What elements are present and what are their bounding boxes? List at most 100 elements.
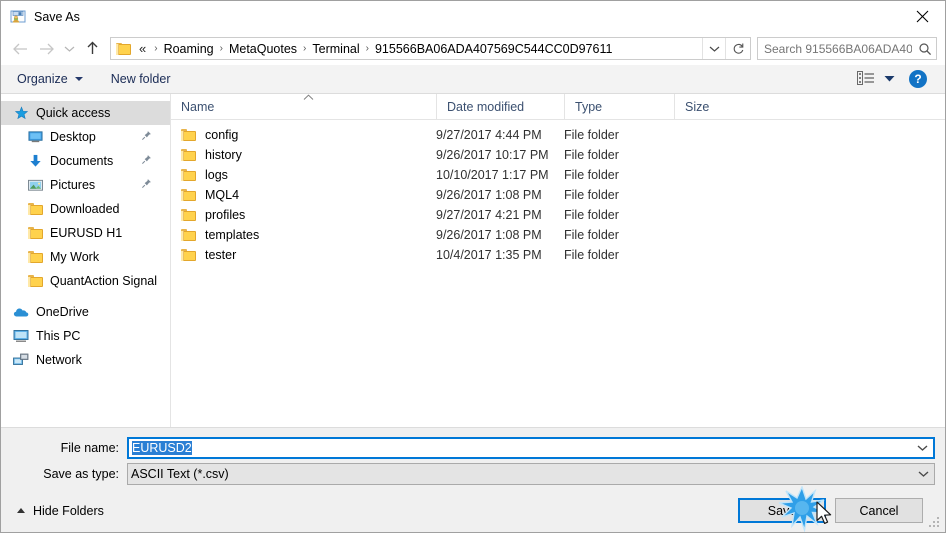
chevron-down-icon[interactable]	[911, 444, 933, 452]
breadcrumb-separator: ›	[365, 43, 369, 54]
column-header-label: Date modified	[447, 99, 525, 114]
command-toolbar: Organize New folder ?	[1, 65, 945, 94]
new-folder-label: New folder	[110, 72, 171, 86]
back-button[interactable]	[7, 37, 33, 61]
view-dropdown-button[interactable]	[884, 72, 895, 86]
breadcrumb-item-roaming[interactable]: Roaming	[162, 42, 216, 56]
file-name-label: tester	[205, 248, 237, 262]
file-type-cell: File folder	[564, 248, 619, 262]
arrow-right-icon	[39, 43, 54, 54]
file-date-cell: 9/27/2017 4:21 PM	[436, 208, 542, 222]
recent-locations-button[interactable]	[59, 37, 79, 61]
folder-icon	[27, 249, 43, 265]
sidebar-item-this-pc[interactable]: This PC	[1, 324, 170, 348]
file-name-value[interactable]: EURUSD2	[132, 440, 192, 455]
breadcrumb-item-instance[interactable]: 915566BA06ADA407569C544CC0D97611	[373, 42, 614, 56]
sidebar-item-onedrive[interactable]: OneDrive	[1, 300, 170, 324]
address-bar[interactable]: « › Roaming › MetaQuotes › Terminal › 91…	[110, 37, 751, 60]
breadcrumb-item-metaquotes[interactable]: MetaQuotes	[227, 42, 299, 56]
column-header-size[interactable]: Size	[674, 94, 754, 119]
save-as-dialog: Save As « › Roaming › MetaQuotes › Termi…	[0, 0, 946, 533]
toolbar-right-group: ?	[857, 70, 937, 88]
address-dropdown-button[interactable]	[702, 38, 725, 59]
table-row[interactable]: tester 10/4/2017 1:35 PM File folder	[171, 245, 945, 265]
hide-folders-label: Hide Folders	[33, 503, 104, 518]
forward-button[interactable]	[33, 37, 59, 61]
table-row[interactable]: config 9/27/2017 4:44 PM File folder	[171, 125, 945, 145]
organize-button[interactable]: Organize	[9, 69, 91, 89]
chevron-down-icon[interactable]	[912, 470, 934, 478]
this-pc-icon	[13, 328, 29, 344]
up-button[interactable]	[79, 37, 105, 61]
save-button[interactable]: Save	[738, 498, 826, 523]
file-name-label: profiles	[205, 208, 246, 222]
search-box[interactable]	[757, 37, 937, 60]
column-header-type[interactable]: Type	[564, 94, 674, 119]
file-name-label: File name:	[60, 440, 119, 455]
save-as-icon	[10, 9, 26, 25]
breadcrumb-item-terminal[interactable]: Terminal	[310, 42, 361, 56]
navigation-sidebar: Quick access Desktop Documents Pictures …	[1, 94, 171, 427]
save-as-type-select[interactable]: ASCII Text (*.csv)	[127, 462, 935, 485]
chevron-up-icon	[17, 508, 25, 513]
address-bar-controls	[702, 38, 750, 59]
hide-folders-button[interactable]: Hide Folders	[11, 504, 104, 518]
folder-icon	[181, 189, 196, 201]
column-header-date-modified[interactable]: Date modified	[436, 94, 564, 119]
cancel-button[interactable]: Cancel	[835, 498, 923, 523]
table-row[interactable]: logs 10/10/2017 1:17 PM File folder	[171, 165, 945, 185]
help-icon[interactable]: ?	[909, 70, 927, 88]
column-header-label: Type	[575, 99, 603, 114]
file-type-cell: File folder	[564, 228, 619, 242]
sidebar-item-documents[interactable]: Documents	[1, 149, 170, 173]
sidebar-item-network[interactable]: Network	[1, 348, 170, 372]
close-button[interactable]	[899, 1, 945, 31]
sidebar-item-desktop[interactable]: Desktop	[1, 125, 170, 149]
table-row[interactable]: history 9/26/2017 10:17 PM File folder	[171, 145, 945, 165]
sort-ascending-icon	[303, 94, 314, 103]
view-options-icon[interactable]	[857, 70, 875, 88]
file-list-header: Name Date modified Type Size	[171, 94, 945, 120]
table-row[interactable]: templates 9/26/2017 1:08 PM File folder	[171, 225, 945, 245]
sidebar-item-label: QuantAction Signal	[50, 274, 158, 288]
cancel-button-label: Cancel	[859, 503, 899, 518]
folder-icon	[27, 273, 43, 289]
sidebar-item-quick-access[interactable]: Quick access	[1, 101, 170, 125]
file-name-label: templates	[205, 228, 260, 242]
documents-icon	[27, 153, 43, 169]
column-header-name[interactable]: Name	[171, 94, 436, 119]
breadcrumb-separator: ›	[219, 43, 223, 54]
file-name-cell: profiles	[171, 208, 436, 222]
file-name-label: config	[205, 128, 239, 142]
pin-icon	[141, 130, 152, 144]
file-type-cell: File folder	[564, 188, 619, 202]
save-form: File name: EURUSD2 Save as type: ASCII T…	[1, 427, 945, 489]
dialog-footer: Hide Folders Save Cancel	[1, 489, 945, 532]
arrow-up-icon	[87, 41, 97, 54]
dialog-body: Quick access Desktop Documents Pictures …	[1, 94, 945, 427]
file-name-cell: tester	[171, 248, 436, 262]
file-list-pane: Name Date modified Type Size config 9/27…	[171, 94, 945, 427]
search-input[interactable]	[758, 40, 914, 57]
navigation-bar: « › Roaming › MetaQuotes › Terminal › 91…	[1, 32, 945, 65]
chevron-down-icon	[64, 46, 74, 52]
chevron-down-icon	[884, 76, 895, 82]
sidebar-item-my-work[interactable]: My Work	[1, 245, 170, 269]
new-folder-button[interactable]: New folder	[103, 69, 179, 89]
refresh-button[interactable]	[725, 38, 750, 59]
search-icon[interactable]	[914, 42, 936, 56]
file-date-cell: 10/10/2017 1:17 PM	[436, 168, 549, 182]
refresh-icon	[733, 43, 743, 54]
table-row[interactable]: profiles 9/27/2017 4:21 PM File folder	[171, 205, 945, 225]
sidebar-item-pictures[interactable]: Pictures	[1, 173, 170, 197]
breadcrumb-overflow[interactable]: «	[137, 41, 150, 56]
table-row[interactable]: MQL4 9/26/2017 1:08 PM File folder	[171, 185, 945, 205]
resize-grip-icon[interactable]	[929, 517, 941, 529]
file-date-cell: 10/4/2017 1:35 PM	[436, 248, 542, 262]
arrow-left-icon	[12, 43, 27, 54]
sidebar-item-eurusd-h1[interactable]: EURUSD H1	[1, 221, 170, 245]
file-name-input[interactable]: EURUSD2	[127, 436, 935, 459]
sidebar-item-quantaction-signal[interactable]: QuantAction Signal	[1, 269, 170, 293]
sidebar-item-downloaded[interactable]: Downloaded	[1, 197, 170, 221]
